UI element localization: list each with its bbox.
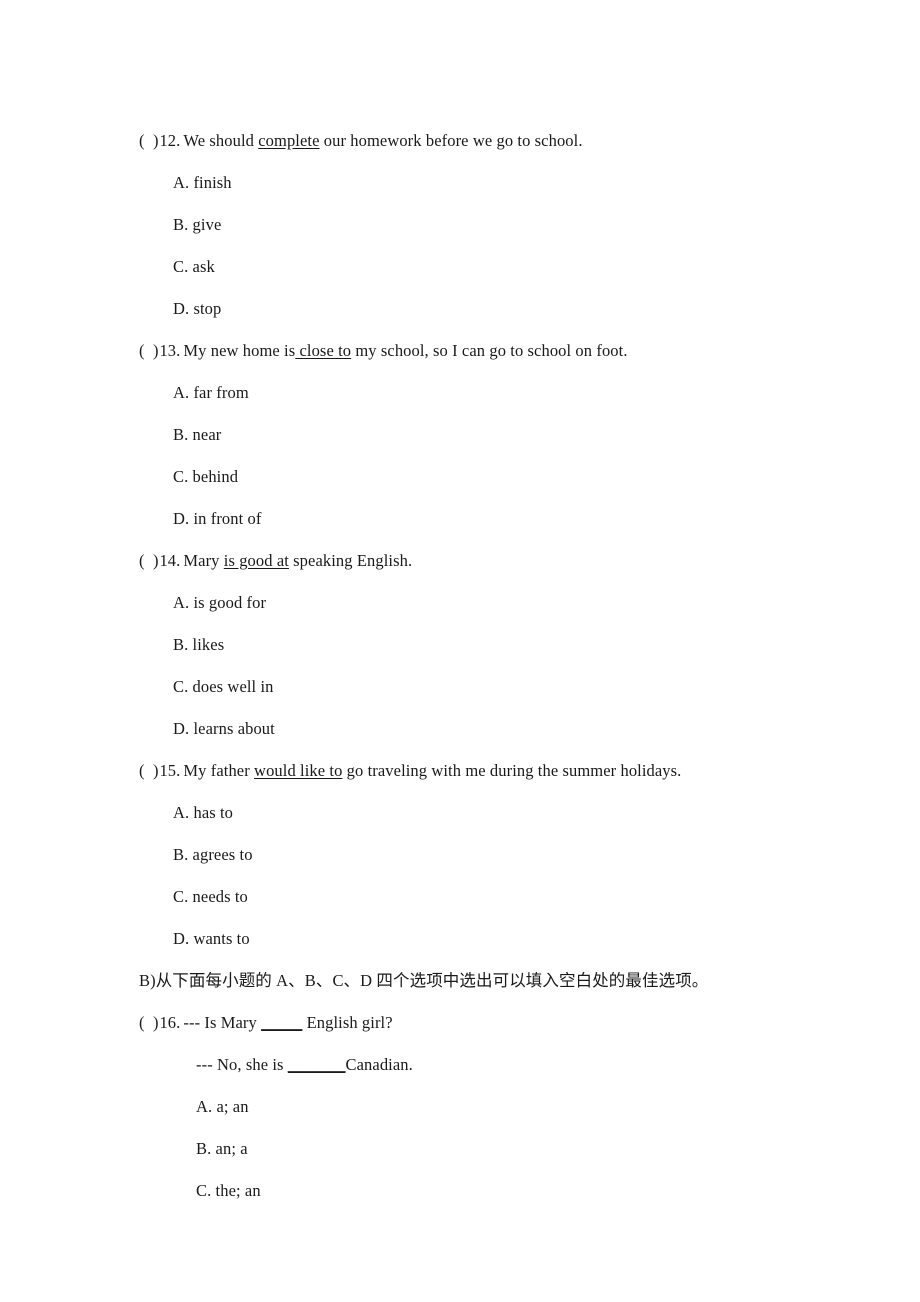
question-text-after: go traveling with me during the summer h… bbox=[342, 761, 682, 780]
question-stem: ( )15. My father would like to go traveli… bbox=[139, 750, 799, 792]
question-underlined-phrase: close to bbox=[295, 341, 352, 360]
option-item[interactable]: C. does well in bbox=[173, 666, 799, 708]
option-item[interactable]: C. behind bbox=[173, 456, 799, 498]
question-text-after: English girl? bbox=[302, 1013, 393, 1032]
question-text-before: Mary bbox=[183, 551, 224, 570]
question-text-after: my school, so I can go to school on foot… bbox=[351, 341, 628, 360]
question-number: 15. bbox=[159, 761, 181, 780]
option-item[interactable]: B. an; a bbox=[196, 1128, 799, 1170]
question-text-after: our homework before we go to school. bbox=[319, 131, 583, 150]
question-underlined-phrase: complete bbox=[258, 131, 320, 150]
option-item[interactable]: D. stop bbox=[173, 288, 799, 330]
option-item[interactable]: C. needs to bbox=[173, 876, 799, 918]
question-text-before: My new home is bbox=[183, 341, 296, 360]
question-number: 14. bbox=[159, 551, 181, 570]
option-item[interactable]: C. ask bbox=[173, 246, 799, 288]
page-content: ( )12. We should complete our homework be… bbox=[139, 120, 799, 1212]
option-item[interactable]: B. likes bbox=[173, 624, 799, 666]
option-item[interactable]: D. learns about bbox=[173, 708, 799, 750]
question-underlined-phrase: would like to bbox=[254, 761, 343, 780]
question-text-before: --- Is Mary bbox=[183, 1013, 262, 1032]
question-stem: ( )13. My new home is close to my school,… bbox=[139, 330, 799, 372]
dialogue-response-line: --- No, she is _______Canadian. bbox=[196, 1044, 799, 1086]
option-item[interactable]: C. the; an bbox=[196, 1170, 799, 1212]
question-number: 12. bbox=[159, 131, 181, 150]
question-stem: ( )12. We should complete our homework be… bbox=[139, 120, 799, 162]
question-stem: ( )14. Mary is good at speaking English. bbox=[139, 540, 799, 582]
question-text-after: speaking English. bbox=[288, 551, 413, 570]
option-item[interactable]: A. a; an bbox=[196, 1086, 799, 1128]
option-item[interactable]: D. in front of bbox=[173, 498, 799, 540]
section-b-instruction: B)从下面每小题的 A、B、C、D 四个选项中选出可以填入空白处的最佳选项。 bbox=[139, 971, 709, 990]
question-text-before: We should bbox=[183, 131, 259, 150]
fill-in-blank[interactable]: _____ bbox=[261, 1013, 302, 1032]
dialogue-text-after: Canadian. bbox=[345, 1055, 413, 1074]
question-underlined-phrase: is good at bbox=[223, 551, 289, 570]
option-item[interactable]: A. has to bbox=[173, 792, 799, 834]
question-number: 16. bbox=[159, 1013, 181, 1032]
question-text-before: My father bbox=[183, 761, 255, 780]
question-number: 13. bbox=[159, 341, 181, 360]
option-item[interactable]: B. give bbox=[173, 204, 799, 246]
option-item[interactable]: A. is good for bbox=[173, 582, 799, 624]
option-item[interactable]: A. finish bbox=[173, 162, 799, 204]
option-item[interactable]: A. far from bbox=[173, 372, 799, 414]
dialogue-text-before: --- No, she is bbox=[196, 1055, 288, 1074]
question-stem: ( )16. --- Is Mary _____ English girl? bbox=[139, 1002, 799, 1044]
worksheet-page: ( )12. We should complete our homework be… bbox=[0, 0, 920, 1302]
option-item[interactable]: B. near bbox=[173, 414, 799, 456]
option-item[interactable]: D. wants to bbox=[173, 918, 799, 960]
option-item[interactable]: B. agrees to bbox=[173, 834, 799, 876]
fill-in-blank[interactable]: _______ bbox=[288, 1055, 346, 1074]
